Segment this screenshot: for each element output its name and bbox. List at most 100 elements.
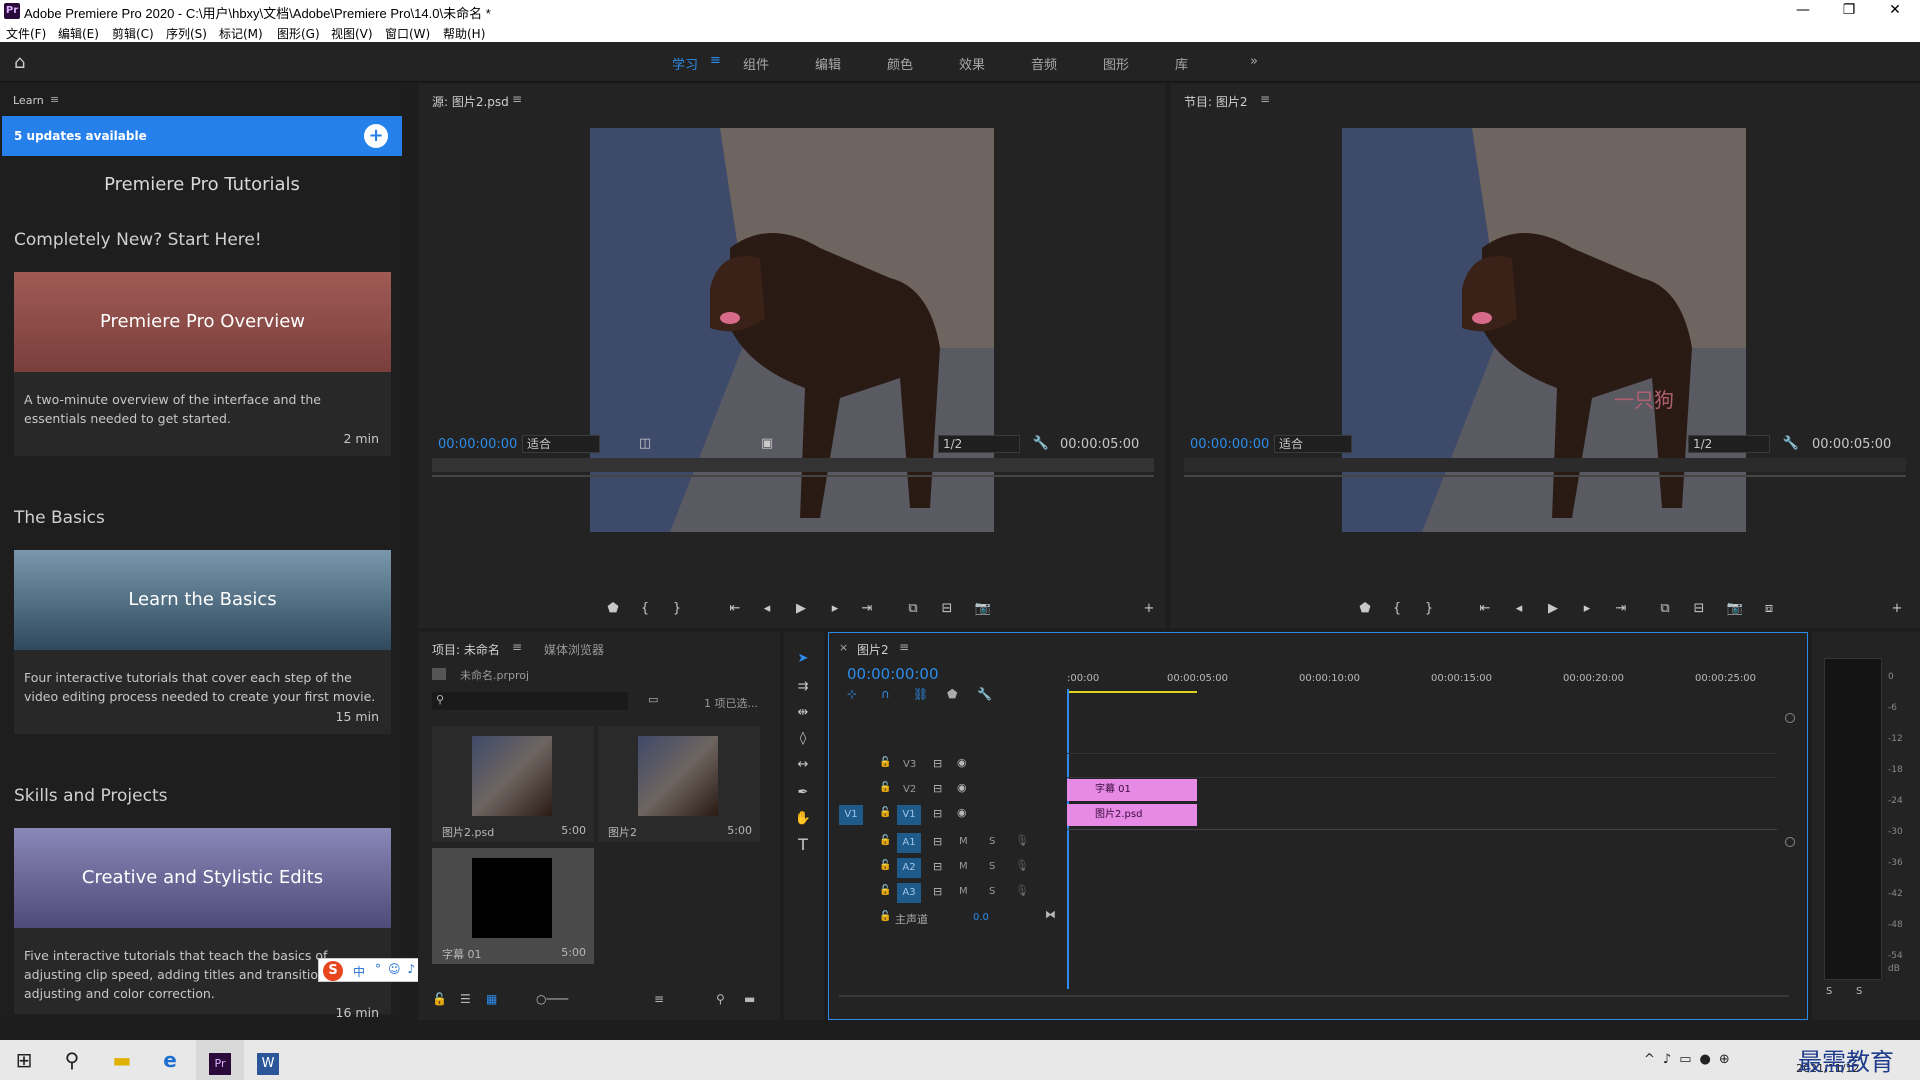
meter-solo-left[interactable]: S xyxy=(1826,986,1832,997)
mark-out-icon[interactable]: } xyxy=(1420,600,1438,618)
mark-in-icon[interactable]: { xyxy=(1388,600,1406,618)
track-label-a2[interactable]: A2 xyxy=(897,858,921,878)
program-fit-select[interactable]: 适合 xyxy=(1274,435,1352,453)
project-tab[interactable]: 项目: 未命名 xyxy=(432,641,500,658)
playhead[interactable] xyxy=(1067,689,1069,989)
panel-menu-icon[interactable]: ≡ xyxy=(512,640,522,654)
vertical-scroll-handle[interactable] xyxy=(1785,713,1795,723)
timeline-clip-title[interactable]: 字幕 01 xyxy=(1067,779,1197,801)
compare-view-icon[interactable]: ⧈ xyxy=(1760,600,1778,618)
go-to-in-icon[interactable]: ⇤ xyxy=(1476,600,1494,618)
timeline-ruler[interactable]: :00:00 00:00:05:00 00:00:10:00 00:00:15:… xyxy=(1067,663,1779,697)
media-browser-tab[interactable]: 媒体浏览器 xyxy=(544,641,604,658)
solo-button[interactable]: S xyxy=(989,836,995,847)
word-taskbar-icon[interactable]: W xyxy=(244,1040,292,1080)
panel-menu-icon[interactable]: ≡ xyxy=(512,92,522,106)
step-forward-icon[interactable]: ▸ xyxy=(1578,600,1596,618)
pen-tool-icon[interactable]: ✒ xyxy=(794,784,812,802)
track-lock-icon[interactable]: 🔓 xyxy=(879,911,891,922)
source-time-ruler[interactable] xyxy=(432,458,1154,472)
sync-lock-icon[interactable]: ⊟ xyxy=(933,807,942,820)
meter-solo-right[interactable]: S xyxy=(1856,986,1862,997)
program-time-ruler[interactable] xyxy=(1184,458,1906,472)
track-lock-icon[interactable]: 🔓 xyxy=(879,807,891,818)
track-label-v2[interactable]: V2 xyxy=(903,784,916,795)
menu-window[interactable]: 窗口(W) xyxy=(385,25,430,42)
lift-icon[interactable]: ⧉ xyxy=(1656,600,1674,618)
nest-icon[interactable]: ⊹ xyxy=(847,687,857,701)
microphone-icon[interactable]: 🎙 xyxy=(1015,859,1029,872)
mark-in-icon[interactable]: { xyxy=(636,600,654,618)
hand-tool-icon[interactable]: ✋ xyxy=(794,810,812,828)
safe-margins-icon[interactable]: ◫ xyxy=(636,435,654,453)
workspace-menu-icon[interactable]: ≡ xyxy=(710,53,721,68)
timeline-tab[interactable]: 图片2 xyxy=(857,641,889,658)
ripple-edit-tool-icon[interactable]: ⇹ xyxy=(794,704,812,722)
sync-lock-icon[interactable]: ⊟ xyxy=(933,885,942,898)
close-tab-icon[interactable]: × xyxy=(839,641,848,654)
workspace-color[interactable]: 颜色 xyxy=(887,54,913,73)
mute-button[interactable]: M xyxy=(959,886,968,897)
track-lock-icon[interactable]: 🔓 xyxy=(879,757,891,768)
workspace-audio[interactable]: 音频 xyxy=(1031,54,1057,73)
workspace-assembly[interactable]: 组件 xyxy=(743,54,769,73)
search-icon[interactable]: ⚲ xyxy=(48,1040,96,1080)
extract-icon[interactable]: ⊟ xyxy=(1690,600,1708,618)
new-bin-icon[interactable]: ▭ xyxy=(648,693,658,706)
snap-icon[interactable]: ∩ xyxy=(881,687,890,701)
step-back-icon[interactable]: ◂ xyxy=(1510,600,1528,618)
add-marker-icon[interactable]: ⬟ xyxy=(604,600,622,618)
menu-help[interactable]: 帮助(H) xyxy=(443,25,485,42)
source-zoom-bar[interactable] xyxy=(432,475,1154,477)
go-to-in-icon[interactable]: ⇤ xyxy=(726,600,744,618)
tutorial-card-overview[interactable]: Premiere Pro Overview A two-minute overv… xyxy=(14,272,391,456)
step-back-icon[interactable]: ◂ xyxy=(758,600,776,618)
workspace-editing[interactable]: 编辑 xyxy=(815,54,841,73)
timeline-clip-image[interactable]: 图片2.psd xyxy=(1067,804,1197,826)
home-icon[interactable]: ⌂ xyxy=(14,52,42,73)
system-tray-icons[interactable]: ^♪▭●⊕ xyxy=(1644,1052,1738,1067)
sort-icon[interactable]: ≡ xyxy=(654,992,664,1006)
zoom-slider[interactable]: ○─── xyxy=(536,992,568,1006)
play-icon[interactable]: ▶ xyxy=(1544,600,1562,618)
track-lock-icon[interactable]: 🔓 xyxy=(879,835,891,846)
track-label-a1[interactable]: A1 xyxy=(897,833,921,853)
updates-banner[interactable]: 5 updates available + xyxy=(2,116,402,156)
program-zoom-bar[interactable] xyxy=(1184,475,1906,477)
track-select-tool-icon[interactable]: ⇉ xyxy=(794,678,812,696)
workspace-more-icon[interactable]: » xyxy=(1250,54,1258,69)
workspace-graphics[interactable]: 图形 xyxy=(1103,54,1129,73)
workspace-effects[interactable]: 效果 xyxy=(959,54,985,73)
go-to-end-icon[interactable]: ⧓ xyxy=(1045,908,1056,921)
eye-icon[interactable]: ◉ xyxy=(957,756,967,769)
insert-icon[interactable]: ⧉ xyxy=(904,600,922,618)
sync-lock-icon[interactable]: ⊟ xyxy=(933,782,942,795)
razor-tool-icon[interactable]: ◊ xyxy=(794,730,812,748)
track-lock-icon[interactable]: 🔓 xyxy=(879,885,891,896)
source-fit-select[interactable]: 适合 xyxy=(522,435,600,453)
plus-icon[interactable]: + xyxy=(364,124,388,148)
camera-icon[interactable]: 📷 xyxy=(1726,600,1744,618)
program-resolution-select[interactable]: 1/2 xyxy=(1688,435,1770,453)
menu-marker[interactable]: 标记(M) xyxy=(219,25,263,42)
microphone-icon[interactable]: 🎙 xyxy=(1015,884,1029,897)
workspace-learn[interactable]: 学习 xyxy=(672,54,698,73)
project-item[interactable]: 字幕 01 5:00 xyxy=(432,848,594,964)
add-marker-icon[interactable]: ⬟ xyxy=(1356,600,1374,618)
eye-icon[interactable]: ◉ xyxy=(957,806,967,819)
premiere-taskbar-icon[interactable]: Pr xyxy=(196,1040,244,1080)
menu-edit[interactable]: 编辑(E) xyxy=(58,25,99,42)
mark-out-icon[interactable]: } xyxy=(668,600,686,618)
add-button-icon[interactable]: + xyxy=(1140,600,1158,618)
go-to-out-icon[interactable]: ⇥ xyxy=(1612,600,1630,618)
sync-lock-icon[interactable]: ⊟ xyxy=(933,835,942,848)
menu-file[interactable]: 文件(F) xyxy=(6,25,46,42)
slip-tool-icon[interactable]: ↔ xyxy=(794,756,812,774)
add-button-icon[interactable]: + xyxy=(1888,600,1906,618)
menu-clip[interactable]: 剪辑(C) xyxy=(112,25,154,42)
microphone-icon[interactable]: 🎙 xyxy=(1015,834,1029,847)
tutorial-card-basics[interactable]: Learn the Basics Four interactive tutori… xyxy=(14,550,391,734)
step-forward-icon[interactable]: ▸ xyxy=(826,600,844,618)
track-lock-icon[interactable]: 🔓 xyxy=(879,782,891,793)
menu-sequence[interactable]: 序列(S) xyxy=(166,25,207,42)
